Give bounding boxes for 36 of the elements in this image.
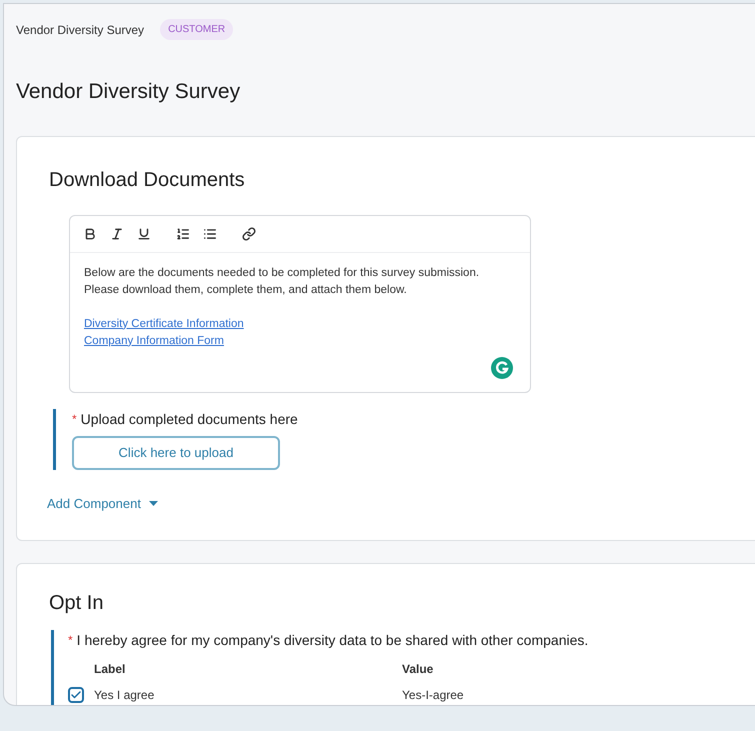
- field-label: I hereby agree for my company's diversity data to be shared with other companies.: [76, 630, 588, 650]
- section-title: Opt In: [49, 590, 104, 616]
- section-title: Download Documents: [49, 168, 246, 192]
- rich-text-editor[interactable]: Below are the documents needed to be completed for this survey submission. Please download them, complete them, and attach them below. Diversity Certificate Information Company Information Form: [69, 214, 531, 392]
- caret-icon: [148, 500, 158, 506]
- link-button[interactable]: [242, 226, 256, 240]
- column-header: Value: [402, 660, 434, 678]
- underline-icon: [137, 226, 151, 240]
- required-mark: *: [68, 632, 73, 649]
- required-mark: *: [72, 411, 77, 428]
- option-value: Yes-I-agree: [402, 686, 464, 704]
- document-link[interactable]: Diversity Certificate Information: [84, 316, 244, 332]
- document-link[interactable]: Company Information Form: [84, 332, 224, 350]
- italic-button[interactable]: [110, 226, 124, 240]
- g-logo-icon[interactable]: [490, 356, 514, 380]
- add-component-dropdown[interactable]: Add Component: [47, 494, 158, 513]
- underline-button[interactable]: [137, 226, 151, 240]
- breadcrumb-title[interactable]: Vendor Diversity Survey: [16, 20, 144, 38]
- page-title: Vendor Diversity Survey: [15, 79, 242, 105]
- link-icon: [242, 226, 256, 240]
- numbered-list-icon: [176, 226, 190, 240]
- upload-button[interactable]: Click here to upload: [72, 436, 280, 470]
- numbered-list-button[interactable]: [176, 226, 190, 240]
- check-icon: [70, 688, 82, 700]
- bulleted-list-icon: [203, 226, 217, 240]
- editor-paragraph: Please download them, complete them, and attach them below.: [84, 282, 408, 298]
- column-header: Label: [94, 660, 126, 678]
- bold-icon: [83, 226, 97, 240]
- field-label: Upload completed documents here: [80, 410, 298, 429]
- editor-paragraph: Below are the documents needed to be completed for this survey submission.: [84, 266, 480, 280]
- option-label: Yes I agree: [94, 686, 156, 704]
- italic-icon: [110, 226, 124, 240]
- bulleted-list-button[interactable]: [203, 226, 217, 240]
- bold-button[interactable]: [83, 226, 97, 240]
- customer-badge: CUSTOMER: [160, 19, 234, 40]
- checkbox[interactable]: [68, 686, 84, 702]
